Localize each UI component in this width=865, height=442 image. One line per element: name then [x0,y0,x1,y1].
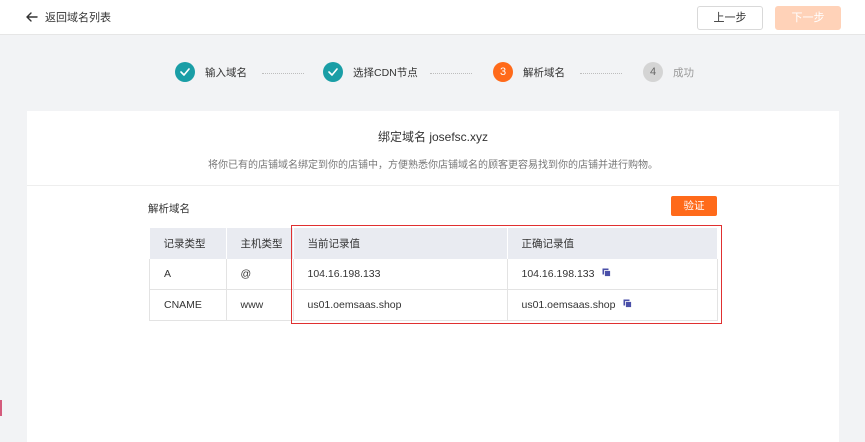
step-connector [430,73,472,74]
correct-value-text: us01.oemsaas.shop [521,298,616,311]
verify-button[interactable]: 验证 [671,196,717,216]
column-header: 当前记录值 [293,228,508,259]
card-header: 绑定域名 josefsc.xyz 将你已有的店铺域名绑定到你的店铺中，方便熟悉你… [27,111,839,186]
step-4-number: 4 [643,62,663,82]
top-bar: 返回域名列表 上一步 下一步 [0,0,865,35]
bind-domain-card: 绑定域名 josefsc.xyz 将你已有的店铺域名绑定到你的店铺中，方便熟悉你… [27,111,839,442]
step-2: 选择CDN节点 [323,62,418,82]
section-label: 解析域名 [148,203,190,215]
column-header: 正确记录值 [507,228,718,259]
back-to-domain-list-link[interactable]: 返回域名列表 [26,9,111,25]
step-3: 3 解析域名 [493,62,565,82]
card-description: 将你已有的店铺域名绑定到你的店铺中，方便熟悉你店铺域名的顾客更容易找到你的店铺并… [208,160,658,171]
copy-icon[interactable] [602,268,612,280]
check-icon [175,62,195,82]
correct-value-text: 104.16.198.133 [521,267,595,280]
host-type-cell: www [226,289,294,321]
current-value-cell: 104.16.198.133 [293,259,508,290]
dns-records-table: 记录类型 主机类型 当前记录值 正确记录值 A @ 104.16.198.133… [149,228,718,321]
step-indicator: 输入域名 选择CDN节点 3 解析域名 4 成功 [0,62,865,86]
step-connector [262,73,304,74]
step-4: 4 成功 [643,62,694,82]
record-type-cell: A [149,259,227,290]
copy-icon[interactable] [623,299,633,311]
record-type-cell: CNAME [149,289,227,321]
back-label: 返回域名列表 [45,12,111,24]
edge-marker [0,400,2,416]
previous-step-button[interactable]: 上一步 [697,6,763,30]
step-4-label: 成功 [673,66,694,79]
step-3-number: 3 [493,62,513,82]
host-type-cell: @ [226,259,294,290]
next-step-button[interactable]: 下一步 [775,6,841,30]
table-row: CNAME www us01.oemsaas.shop us01.oemsaas… [149,289,718,321]
table-row: A @ 104.16.198.133 104.16.198.133 [149,259,718,290]
step-3-label: 解析域名 [523,66,565,79]
check-icon [323,62,343,82]
correct-value-cell: 104.16.198.133 [507,259,718,290]
card-title: 绑定域名 josefsc.xyz [377,130,489,144]
column-header: 主机类型 [226,228,294,259]
step-1-label: 输入域名 [205,66,247,79]
back-arrow-icon [26,12,38,22]
step-1: 输入域名 [175,62,247,82]
step-connector [580,73,622,74]
current-value-cell: us01.oemsaas.shop [293,289,508,321]
correct-value-cell: us01.oemsaas.shop [507,289,718,321]
table-header-row: 记录类型 主机类型 当前记录值 正确记录值 [149,228,718,259]
column-header: 记录类型 [149,228,227,259]
step-2-label: 选择CDN节点 [353,66,418,79]
